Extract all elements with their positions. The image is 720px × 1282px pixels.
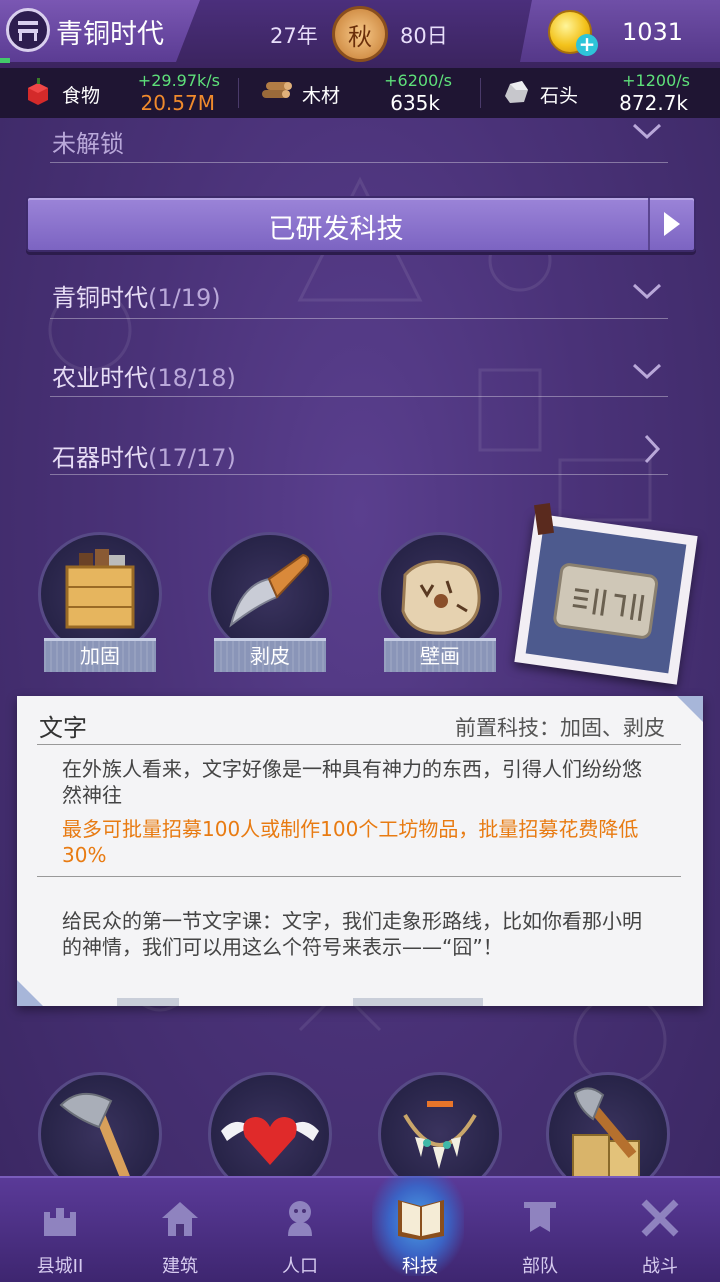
nav-battle[interactable]: 战斗 (600, 1176, 720, 1280)
tech-label: 加固 (44, 638, 156, 672)
era-row-count: (1/19) (148, 284, 221, 312)
crate-icon (65, 549, 135, 629)
selected-tech-frame (525, 524, 687, 674)
era-row-name: 农业时代 (52, 364, 148, 392)
era-row-agriculture[interactable]: 农业时代(18/18) (50, 340, 668, 397)
nav-label: 人口 (282, 1256, 318, 1277)
nav-buildings[interactable]: 建筑 (120, 1176, 240, 1280)
nav-label: 部队 (522, 1256, 558, 1277)
panel-tape (117, 998, 179, 1006)
nav-population[interactable]: 人口 (240, 1176, 360, 1280)
tech-label: 壁画 (384, 638, 496, 672)
arrow-box (648, 198, 694, 250)
selected-tech-card[interactable] (514, 513, 698, 685)
wood-label: 木材 (302, 85, 341, 107)
season-badge: 秋 (332, 6, 388, 62)
panel-tape (353, 998, 483, 1006)
food-rate: +29.97k/s (137, 71, 220, 90)
house-icon (162, 1202, 198, 1236)
nav-label: 科技 (402, 1256, 438, 1277)
add-gold-button[interactable]: + (576, 34, 598, 56)
resource-food[interactable]: 食物 +29.97k/s 20.57M (0, 68, 236, 118)
panel-corner-decoration (677, 696, 703, 722)
resource-bar: 食物 +29.97k/s 20.57M 木材 +6200/s 635k 石头 +… (0, 68, 720, 118)
tech-label: 剥皮 (214, 638, 326, 672)
person-icon (288, 1201, 312, 1236)
top-bar: 青铜时代 27年 秋 80日 + 1031 (0, 0, 720, 70)
researched-tech-button[interactable]: 已研发科技 (26, 196, 696, 252)
tech-story: 给民众的第一节文字课：文字，我们走象形路线，比如你看那小明的神情，我们可以用这么… (62, 909, 642, 959)
knife-icon (229, 553, 310, 628)
day-label: 80日 (400, 24, 448, 48)
panel-corner-decoration (17, 980, 43, 1006)
nav-troops[interactable]: 部队 (480, 1176, 600, 1280)
era-row-count: (18/18) (148, 364, 236, 392)
resource-wood[interactable]: 木材 +6200/s 635k (240, 68, 480, 118)
era-row-name: 石器时代 (52, 444, 148, 472)
locked-section-row[interactable]: 未解锁 (50, 112, 668, 163)
mural-icon (401, 560, 481, 635)
chevron-down-icon (632, 278, 662, 308)
era-row-name: 青铜时代 (52, 284, 148, 312)
stone-label: 石头 (540, 85, 579, 107)
tech-info-panel: 文字 前置科技：加固、剥皮 在外族人看来，文字好像是一种具有神力的东西，引得人们… (17, 696, 703, 1006)
tech-effect: 最多可批量招募100人或制作100个工坊物品，批量招募花费降低30% (62, 817, 639, 867)
nav-label: 战斗 (642, 1256, 678, 1277)
era-row-bronze[interactable]: 青铜时代(1/19) (50, 262, 668, 319)
banner-icon (524, 1202, 556, 1232)
stone-rate: +1200/s (622, 71, 690, 90)
stone-icon (505, 81, 528, 103)
nav-label: 县城II (36, 1256, 84, 1277)
tech-description: 在外族人看来，文字好像是一种具有神力的东西，引得人们纷纷悠然神往 (62, 757, 642, 807)
pin-icon (533, 503, 555, 535)
resource-divider (238, 78, 239, 108)
book-icon (398, 1200, 444, 1240)
chevron-down-icon (632, 358, 662, 388)
chevron-right-icon (642, 434, 662, 471)
gold-amount: 1031 (622, 18, 684, 46)
tablet-icon (553, 563, 659, 639)
info-divider (37, 744, 681, 745)
era-bench-icon[interactable] (6, 8, 50, 52)
era-row-stone[interactable]: 石器时代(17/17) (50, 418, 668, 475)
era-name: 青铜时代 (56, 19, 164, 50)
castle-icon (44, 1208, 76, 1236)
nav-label: 建筑 (162, 1256, 198, 1277)
tech-title: 文字 (39, 714, 87, 742)
resource-divider (480, 78, 481, 108)
wood-icon (262, 82, 292, 98)
nav-county[interactable]: 县城II (0, 1176, 120, 1280)
locked-section-label: 未解锁 (52, 130, 124, 158)
year-label: 27年 (270, 24, 318, 48)
nav-technology[interactable]: 科技 (360, 1176, 480, 1280)
food-icon (28, 78, 48, 105)
crossed-swords-icon (641, 1199, 679, 1237)
info-divider (37, 876, 681, 877)
tech-prerequisites: 前置科技：加固、剥皮 (455, 716, 665, 740)
play-arrow-icon (664, 212, 680, 236)
chevron-down-icon (632, 118, 662, 148)
era-progress-bar (0, 58, 10, 63)
food-label: 食物 (62, 85, 101, 107)
wood-rate: +6200/s (384, 71, 452, 90)
era-row-count: (17/17) (148, 444, 236, 472)
resource-stone[interactable]: 石头 +1200/s 872.7k (482, 68, 720, 118)
researched-tech-label: 已研发科技 (268, 214, 404, 245)
